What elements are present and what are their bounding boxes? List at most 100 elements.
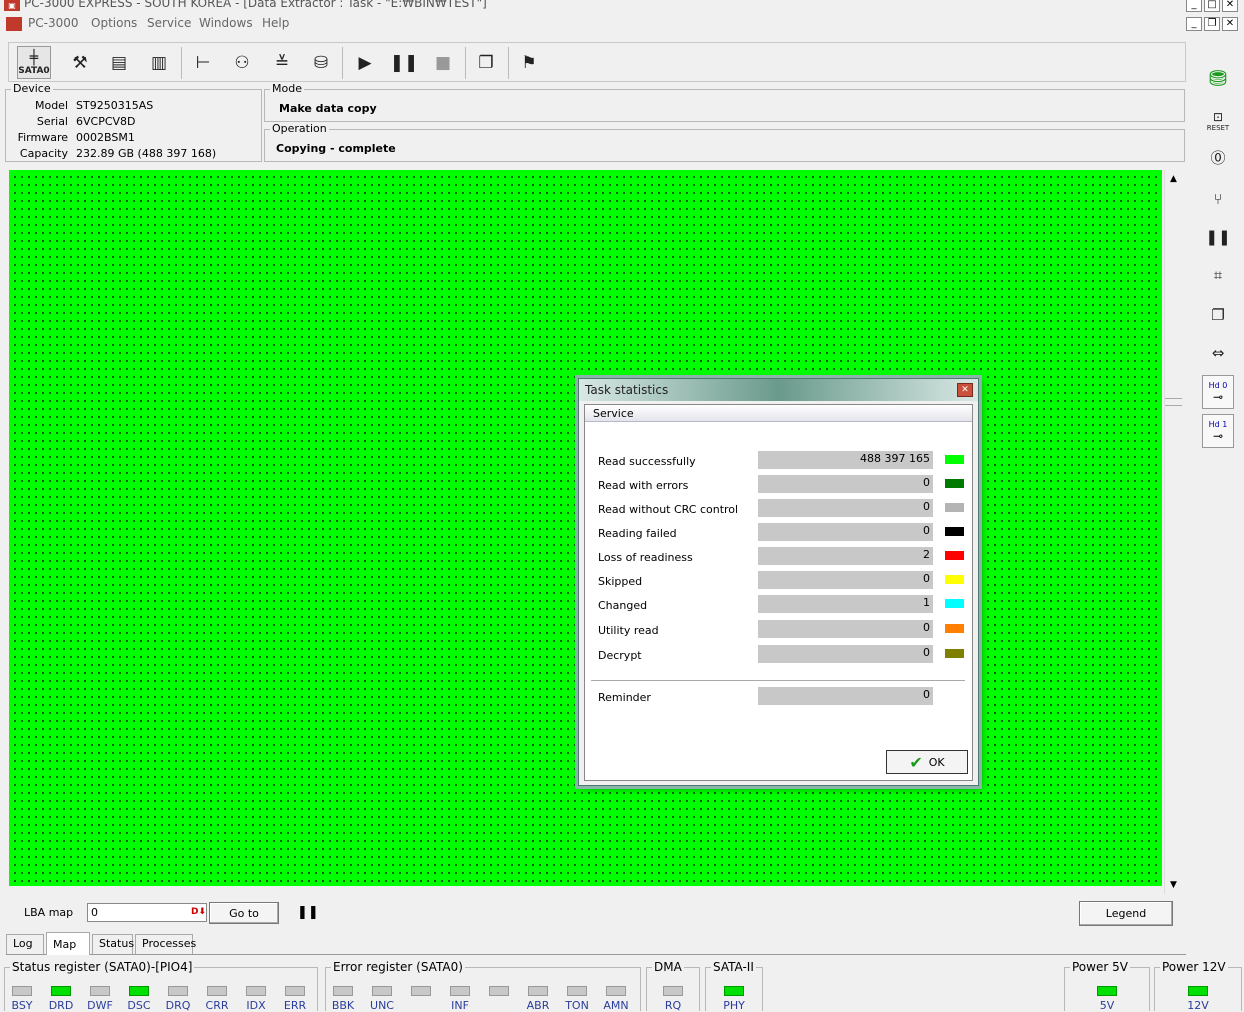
stat-row: Skipped 0 [585,571,972,591]
network-icon[interactable]: ⌗ [1202,260,1234,290]
power5-title: Power 5V [1070,960,1130,974]
split-icon[interactable]: ≚ [265,46,299,79]
stat-color-swatch [945,503,964,512]
window-title: PC-3000 EXPRESS - SOUTH KOREA - [Data Ex… [24,0,487,10]
pause-icon[interactable]: ❚❚ [1202,222,1234,252]
minimize-button[interactable]: _ [1186,0,1202,12]
map-scrollbar[interactable]: ▲ ▼ [1164,170,1182,894]
sata2-panel: SATA-II PHY [705,960,763,1012]
close-button[interactable]: ✕ [1222,0,1238,12]
power5-panel: Power 5V 5V [1064,960,1150,1012]
stat-color-swatch [945,455,964,464]
cable-icon[interactable]: ⇔ [1202,338,1234,368]
checkmark-icon: ✔ [909,752,923,772]
dialog-title: Task statistics [585,383,669,397]
led-indicator [246,986,266,996]
stat-label: Skipped [598,575,643,588]
mode-panel: Mode Make data copy [264,82,1185,122]
led-label: DRD [48,999,74,1012]
pages-icon[interactable]: ❐ [1202,300,1234,330]
error-register-panel: Error register (SATA0) BBK UNC INF ABR TON AM… [325,960,641,1012]
sata0-button[interactable]: ╪ SATA0 [17,46,51,79]
lba-input[interactable] [87,903,207,922]
legend-button[interactable]: Legend [1079,901,1173,926]
mode-group-title: Mode [270,82,304,95]
stat-value: 0 [758,620,933,638]
sata0-label: SATA0 [18,65,50,76]
led-label: 12V [1187,999,1209,1012]
disk-icon[interactable]: ⛁ [304,46,338,79]
toolbar-separator [465,47,466,79]
reminder-color-swatch [945,691,964,700]
stat-label: Loss of readiness [598,551,693,564]
document-icon [6,17,22,31]
led-indicator [207,986,227,996]
scroll-down-icon[interactable]: ▼ [1167,878,1180,892]
child-minimize-button[interactable]: _ [1186,17,1202,31]
led-indicator [51,986,71,996]
dialog-close-button[interactable]: ✕ [957,383,973,397]
database-icon[interactable]: ⛃ [1202,64,1234,94]
child-close-button[interactable]: ✕ [1222,17,1238,31]
hd0-button[interactable]: Hd 0 ⊸ [1202,375,1234,409]
reset-button[interactable]: ⊡ RESET [1202,106,1234,136]
id-icon[interactable]: ▤ [102,46,136,79]
goto-button[interactable]: Go to [209,902,279,924]
led-indicator [1097,986,1117,996]
stat-row: Read without CRC control 0 [585,499,972,519]
capacity-value: 232.89 GB (488 397 168) [76,147,217,160]
led-label: DSC [127,999,151,1012]
model-value: ST9250315AS [76,99,154,112]
head-icon: ⊸ [1212,389,1224,404]
map-pause-icon[interactable]: ❚❚ [297,905,319,920]
tools-icon[interactable]: ⚒ [63,46,97,79]
menu-help[interactable]: Help [262,16,289,30]
hd1-button[interactable]: Hd 1 ⊸ [1202,414,1234,448]
play-icon[interactable]: ▶ [348,46,382,79]
menu-pc3000[interactable]: PC-3000 [28,16,78,30]
binoculars-icon[interactable]: ⚇ [225,46,259,79]
toolbar-separator [181,47,182,79]
run-icon[interactable]: ⚑ [512,46,546,79]
stop-icon[interactable]: ■ [426,46,460,79]
percent-icon[interactable]: ▥ [142,46,176,79]
led-indicator [129,986,149,996]
led-label: INF [451,999,469,1012]
app-icon: ▣ [4,0,20,11]
menu-service[interactable]: Service [147,16,191,30]
led-label: ABR [526,999,550,1012]
tab-map[interactable]: Map [46,932,90,955]
copy-icon[interactable]: ❐ [469,46,503,79]
led-indicator [333,986,353,996]
stat-value: 488 397 165 [758,451,933,469]
tab-processes[interactable]: Processes [135,934,196,954]
branch-icon[interactable]: ⑂ [1202,184,1234,214]
led-label: BBK [331,999,355,1012]
dialog-title-bar[interactable]: Task statistics ✕ [579,379,978,401]
operation-panel: Operation Copying - complete [264,122,1185,162]
pause-icon[interactable]: ❚❚ [387,46,421,79]
zero-gauge-icon[interactable]: ⓪ [1202,142,1234,172]
maximize-button[interactable]: □ [1204,0,1220,12]
led-indicator [1188,986,1208,996]
scroll-up-icon[interactable]: ▲ [1167,172,1180,186]
stat-color-swatch [945,649,964,658]
stat-label: Changed [598,599,648,612]
stat-row: Read with errors 0 [585,475,972,495]
ok-button[interactable]: ✔ OK [886,750,968,774]
lba-dropdown-icon[interactable]: D⬇ [191,907,206,917]
led-label: DRQ [165,999,191,1012]
scroll-thumb[interactable] [1165,398,1182,406]
tab-status[interactable]: Status [92,934,134,954]
menu-windows[interactable]: Windows [199,16,253,30]
stat-value: 0 [758,523,933,541]
reminder-value: 0 [758,687,933,705]
stat-color-swatch [945,599,964,608]
tab-strip: Log Map Status Processes [6,932,1186,955]
tree-icon[interactable]: ⊢ [186,46,220,79]
menu-options[interactable]: Options [91,16,137,30]
tab-log[interactable]: Log [6,934,44,954]
child-restore-button[interactable]: ❐ [1204,17,1220,31]
stat-label: Read successfully [598,455,696,468]
stat-label: Read without CRC control [598,503,739,516]
